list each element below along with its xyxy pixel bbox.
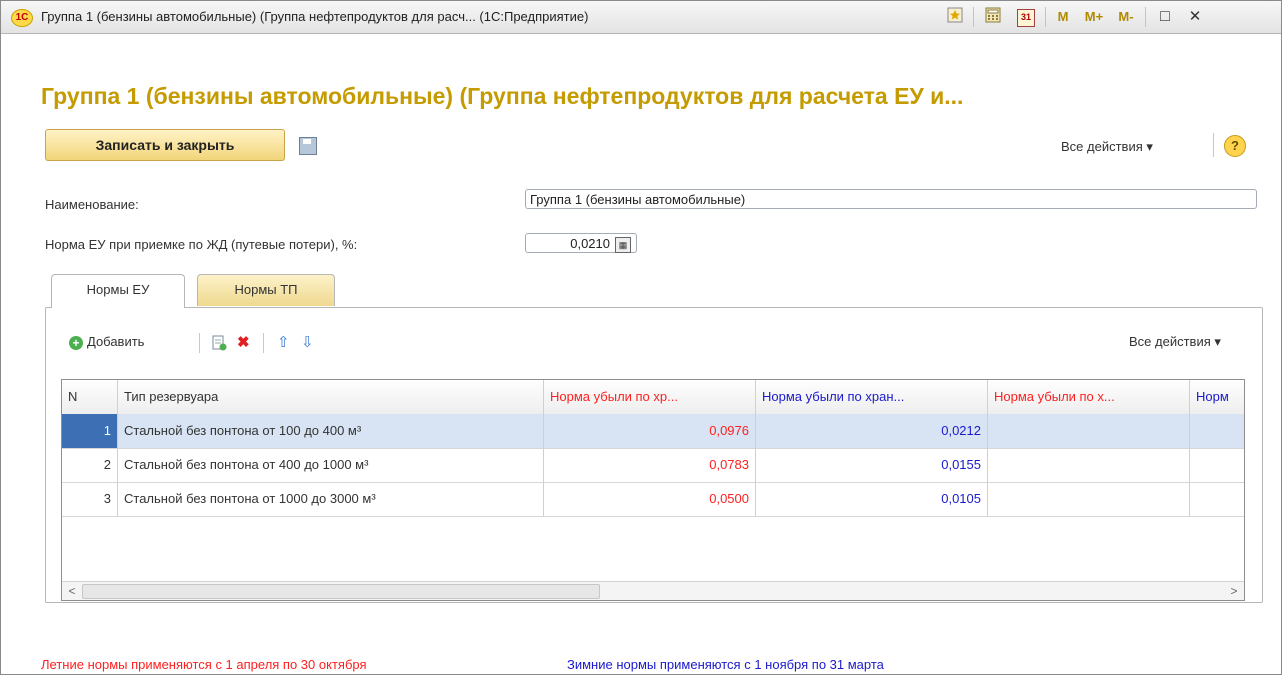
all-actions-menu[interactable]: Все действия ▾ — [1061, 139, 1153, 155]
table-all-actions-menu[interactable]: Все действия ▾ — [1129, 331, 1221, 353]
norm-4-cell — [1190, 482, 1244, 516]
table-header: N Тип резервуара Норма убыли по хр... Но… — [62, 380, 1244, 415]
memory-minus-button[interactable]: M- — [1113, 7, 1139, 27]
table-row[interactable]: 3 Стальной без понтона от 1000 до 3000 м… — [62, 482, 1244, 517]
tank-type-cell: Стальной без понтона от 100 до 400 м³ — [118, 414, 544, 448]
move-down-icon[interactable]: ⇩ — [301, 335, 314, 351]
col-header-norm-4[interactable]: Норм — [1190, 380, 1244, 414]
calculator-button-icon[interactable]: ▦ — [615, 237, 631, 253]
memory-button[interactable]: M — [1055, 7, 1071, 27]
calculator-icon[interactable] — [983, 7, 1003, 27]
norm-1-cell: 0,0976 — [544, 414, 756, 448]
favorites-icon[interactable] — [945, 7, 965, 27]
table-row[interactable]: 1 Стальной без понтона от 100 до 400 м³ … — [62, 414, 1244, 449]
norms-table: N Тип резервуара Норма убыли по хр... Но… — [61, 379, 1245, 601]
form-heading: Группа 1 (бензины автомобильные) (Группа… — [41, 83, 964, 109]
window-title: Группа 1 (бензины автомобильные) (Группа… — [41, 9, 589, 24]
norm-3-cell — [988, 414, 1190, 448]
col-header-type[interactable]: Тип резервуара — [118, 380, 544, 414]
memory-plus-button[interactable]: M+ — [1081, 7, 1107, 27]
name-label: Наименование: — [45, 197, 139, 212]
save-icon[interactable] — [299, 137, 317, 155]
norm-3-cell — [988, 448, 1190, 482]
norm-2-cell: 0,0212 — [756, 414, 988, 448]
scroll-right-icon[interactable]: > — [1226, 583, 1242, 599]
summer-norms-note: Летние нормы применяются с 1 апреля по 3… — [41, 657, 367, 672]
horizontal-scrollbar[interactable]: < > — [62, 581, 1244, 600]
winter-norms-note: Зимние нормы применяются с 1 ноября по 3… — [567, 657, 884, 672]
norm-2-cell: 0,0155 — [756, 448, 988, 482]
norm-2-cell: 0,0105 — [756, 482, 988, 516]
calendar-icon[interactable]: 31 — [1015, 7, 1037, 27]
scroll-thumb[interactable] — [82, 584, 600, 599]
col-header-n[interactable]: N — [62, 380, 118, 414]
rail-norm-label: Норма ЕУ при приемке по ЖД (путевые поте… — [45, 237, 358, 252]
norm-1-cell: 0,0500 — [544, 482, 756, 516]
app-window: 1С Группа 1 (бензины автомобильные) (Гру… — [0, 0, 1282, 675]
scroll-left-icon[interactable]: < — [64, 583, 80, 599]
tab-eu-norms[interactable]: Нормы ЕУ — [51, 274, 185, 308]
close-window-button[interactable]: ✕ — [1185, 7, 1205, 27]
row-number: 3 — [62, 482, 118, 516]
norm-3-cell — [988, 482, 1190, 516]
tank-type-cell: Стальной без понтона от 1000 до 3000 м³ — [118, 482, 544, 516]
move-up-icon[interactable]: ⇧ — [277, 335, 290, 351]
row-number: 1 — [62, 414, 118, 448]
norm-1-cell: 0,0783 — [544, 448, 756, 482]
restore-window-button[interactable]: □ — [1155, 7, 1175, 27]
col-header-norm-1[interactable]: Норма убыли по хр... — [544, 380, 756, 414]
app-logo-icon: 1С — [11, 9, 33, 27]
tab-tp-norms[interactable]: Нормы ТП — [197, 274, 335, 306]
tank-type-cell: Стальной без понтона от 400 до 1000 м³ — [118, 448, 544, 482]
copy-icon[interactable] — [211, 335, 227, 355]
col-header-norm-3[interactable]: Норма убыли по х... — [988, 380, 1190, 414]
help-button[interactable]: ? — [1224, 135, 1246, 157]
norm-4-cell — [1190, 448, 1244, 482]
norm-4-cell — [1190, 414, 1244, 448]
add-icon[interactable]: + — [69, 336, 83, 350]
title-bar: 1С Группа 1 (бензины автомобильные) (Гру… — [1, 1, 1281, 34]
name-field[interactable]: Группа 1 (бензины автомобильные) — [525, 189, 1257, 209]
save-and-close-button[interactable]: Записать и закрыть — [45, 129, 285, 161]
add-button[interactable]: Добавить — [87, 331, 144, 353]
col-header-norm-2[interactable]: Норма убыли по хран... — [756, 380, 988, 414]
row-number: 2 — [62, 448, 118, 482]
delete-icon[interactable]: ✖ — [237, 335, 250, 351]
table-row[interactable]: 2 Стальной без понтона от 400 до 1000 м³… — [62, 448, 1244, 483]
